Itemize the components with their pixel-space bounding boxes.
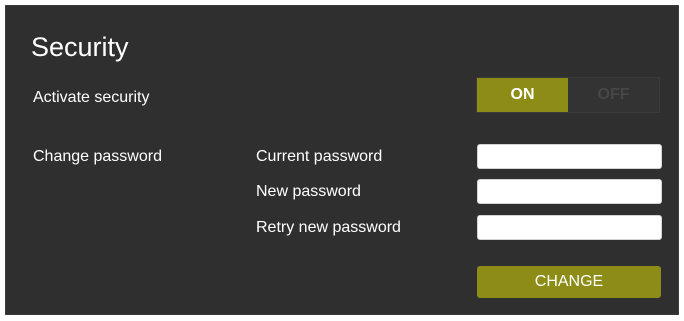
toggle-off-button[interactable]: OFF	[568, 78, 659, 112]
change-password-button[interactable]: CHANGE	[477, 266, 661, 298]
current-password-input[interactable]	[477, 144, 662, 169]
toggle-on-button[interactable]: ON	[477, 78, 568, 112]
activate-security-label: Activate security	[33, 89, 150, 106]
new-password-input[interactable]	[477, 179, 662, 204]
security-panel: Security Activate security ON OFF Change…	[5, 5, 679, 315]
retry-password-input[interactable]	[477, 215, 662, 240]
security-toggle[interactable]: ON OFF	[476, 77, 660, 113]
current-password-label: Current password	[256, 148, 383, 165]
change-password-label: Change password	[33, 148, 162, 165]
section-title: Security	[31, 32, 129, 62]
retry-password-label: Retry new password	[256, 219, 401, 236]
new-password-label: New password	[256, 183, 361, 200]
